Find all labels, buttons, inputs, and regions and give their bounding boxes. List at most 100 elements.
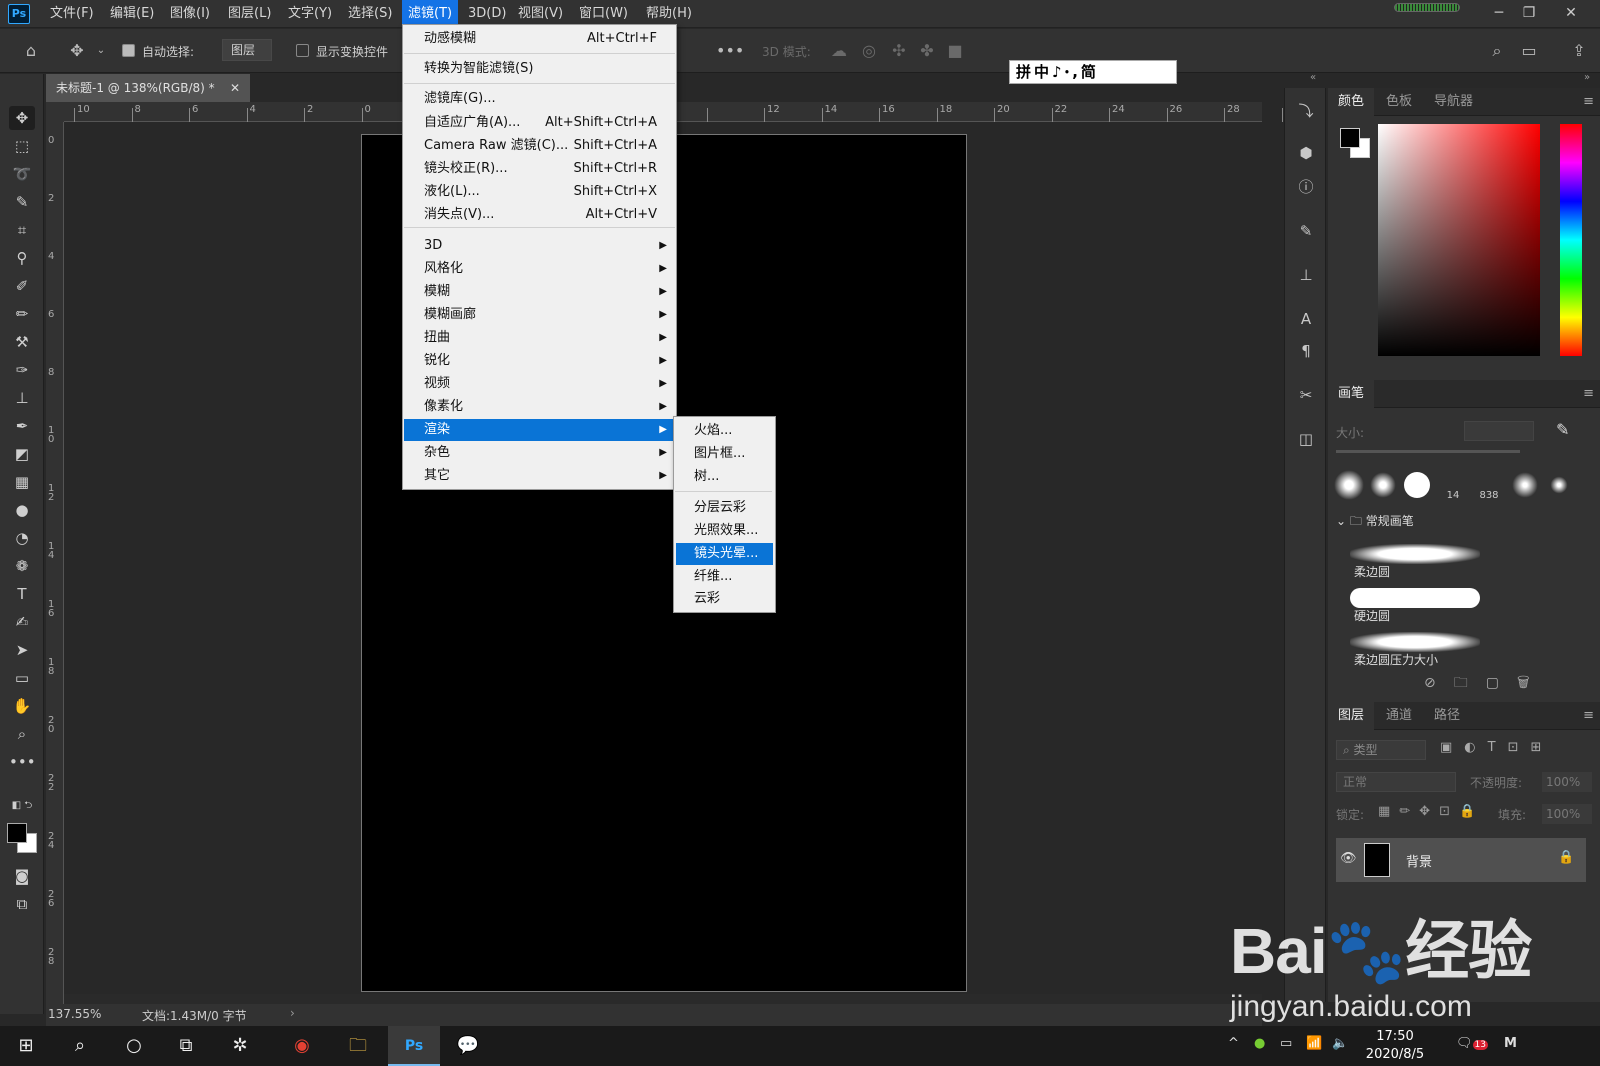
stamp-tool-icon[interactable]: ⊥ (9, 386, 35, 410)
photoshop-taskbar-icon[interactable]: Ps (388, 1026, 440, 1066)
3d-orbit-icon[interactable]: ☁ (828, 40, 850, 62)
eraser-tool-icon[interactable]: ◩ (9, 442, 35, 466)
brush-preset-soft-small[interactable] (1368, 470, 1398, 500)
rectangle-tool-icon[interactable]: ▭ (9, 666, 35, 690)
healing-brush-tool-icon[interactable]: ✐ (9, 274, 35, 298)
lock-icons[interactable]: ▦✏✥⊡🔒 (1378, 804, 1484, 819)
wifi-icon[interactable]: 📶 (1306, 1036, 1322, 1051)
share-icon[interactable]: ⇪ (1568, 40, 1590, 62)
panel-menu-icon[interactable]: ≡ (1583, 386, 1594, 401)
filter-menu-item[interactable]: 转换为智能滤镜(S) (404, 58, 675, 80)
zoom-level[interactable]: 137.55% (48, 1007, 101, 1021)
dodge-tool-icon[interactable]: ◔ (9, 526, 35, 550)
blur-tool-icon[interactable]: ● (9, 498, 35, 522)
quick-mask-icon[interactable]: ◙ (9, 864, 35, 888)
3d-roll-icon[interactable]: ◎ (858, 40, 880, 62)
app-icon[interactable]: ✲ (214, 1026, 266, 1066)
tab-paths[interactable]: 路径 (1424, 702, 1470, 730)
brush-settings-icon[interactable]: ✎ (1293, 218, 1319, 244)
render-submenu-item[interactable]: 分层云彩 (676, 497, 773, 519)
menu-select[interactable]: 选择(S) (342, 0, 398, 28)
render-submenu-item[interactable]: 纤维... (676, 566, 773, 588)
brush-size-slider[interactable] (1336, 450, 1520, 453)
3d-panel-icon[interactable]: ⬢ (1293, 140, 1319, 166)
render-submenu-item[interactable]: 图片框... (676, 443, 773, 465)
filter-menu-item[interactable]: 锐化 ▶ (404, 350, 675, 372)
pen-tool-icon[interactable]: ✍ (9, 610, 35, 634)
swap-colors-icon[interactable]: ◧ ⮌ (4, 794, 40, 818)
zoom-tool-icon[interactable]: ⌕ (9, 722, 35, 746)
auto-select-dropdown[interactable]: 图层 (222, 39, 273, 61)
filter-menu-item[interactable]: 液化(L)... Shift+Ctrl+X (404, 181, 675, 203)
chevron-right-icon[interactable]: › (290, 1006, 295, 1020)
render-submenu-item[interactable]: 树... (676, 466, 773, 488)
mixer-brush-tool-icon[interactable]: ✒ (9, 414, 35, 438)
ime-toolbar[interactable]: 拼中♪ꞏ,简 (1009, 60, 1177, 84)
document-tab[interactable]: 未标题-1 @ 138%(RGB/8) * (46, 74, 250, 102)
tray-chevron-icon[interactable]: ^ (1228, 1036, 1239, 1051)
info-icon[interactable]: ⓘ (1293, 174, 1319, 200)
menu-file[interactable]: 文件(F) (44, 0, 100, 28)
close-icon[interactable]: ✕ (1556, 2, 1586, 24)
filter-menu-item[interactable]: 视频 ▶ (404, 373, 675, 395)
render-submenu-item[interactable]: 火焰... (676, 420, 773, 442)
brush-size-input[interactable] (1464, 421, 1534, 441)
brush-panel-actions[interactable]: ⊘🗀▢🗑 (1424, 672, 1548, 696)
cortana-icon[interactable]: ○ (108, 1026, 160, 1066)
tab-navigator[interactable]: 导航器 (1424, 88, 1483, 116)
filter-menu-item[interactable]: 滤镜库(G)... (404, 88, 675, 110)
brush-preset-hard[interactable] (1404, 472, 1430, 498)
clone-stamp-tool-icon[interactable]: ⚒ (9, 330, 35, 354)
search-icon[interactable]: ⌕ (54, 1026, 106, 1066)
input-method-icon[interactable]: M (1504, 1036, 1517, 1051)
brush-preset-size[interactable]: 838 (1474, 490, 1504, 501)
battery-icon[interactable]: ▭ (1280, 1036, 1292, 1051)
lasso-tool-icon[interactable]: ➰ (9, 162, 35, 186)
3d-camera-icon[interactable]: ■ (944, 40, 966, 62)
marquee-tool-icon[interactable]: ⬚ (9, 134, 35, 158)
filter-menu-item[interactable]: 镜头校正(R)... Shift+Ctrl+R (404, 158, 675, 180)
notification-icon[interactable]: 🗨 13 (1456, 1036, 1488, 1051)
collapse-icon[interactable]: « (1310, 72, 1316, 83)
wechat-icon[interactable]: 💬 (442, 1026, 494, 1066)
more-tools-icon[interactable]: ••• (9, 750, 36, 774)
move-tool-icon[interactable]: ✥ (9, 106, 35, 130)
character-icon[interactable]: A (1293, 306, 1319, 332)
filter-menu-item[interactable]: 自适应广角(A)... Alt+Shift+Ctrl+A (404, 112, 675, 134)
layer-filter-icons[interactable]: ▣◐T⊡⊞ (1440, 740, 1553, 755)
show-transform-checkbox[interactable] (296, 44, 309, 57)
vertical-ruler[interactable]: 0 2 4 6 8 10 12 14 16 18 20 22 24 26 28 (46, 122, 64, 1012)
sponge-tool-icon[interactable]: ❁ (9, 554, 35, 578)
color-picker-field[interactable] (1378, 124, 1540, 356)
tray-app-icon[interactable]: ● (1254, 1036, 1265, 1051)
brush-group-folder[interactable]: ⌄ 🗀 常规画笔 (1336, 512, 1414, 533)
menu-type[interactable]: 文字(Y) (282, 0, 338, 28)
eyedropper-tool-icon[interactable]: ⚲ (9, 246, 35, 270)
filter-menu-item[interactable]: 风格化 ▶ (404, 258, 675, 280)
brush-preset[interactable] (1510, 470, 1540, 500)
brush-name[interactable]: 硬边圆 (1354, 607, 1390, 624)
3d-slide-icon[interactable]: ✤ (916, 40, 938, 62)
blend-mode-dropdown[interactable]: 正常 (1336, 772, 1456, 792)
filter-menu-item[interactable]: 模糊画廊 ▶ (404, 304, 675, 326)
tool-presets-icon[interactable]: ✂ (1293, 382, 1319, 408)
foreground-color-swatch[interactable] (1340, 128, 1360, 148)
render-submenu-item[interactable]: 光照效果... (676, 520, 773, 542)
filter-menu-item[interactable]: 扭曲 ▶ (404, 327, 675, 349)
history-brush-tool-icon[interactable]: ✑ (9, 358, 35, 382)
tab-brushes[interactable]: 画笔 (1328, 380, 1375, 408)
minimize-icon[interactable]: ─ (1484, 2, 1514, 24)
opacity-input[interactable]: 100% (1542, 772, 1592, 792)
render-submenu-item[interactable]: 云彩 (676, 588, 773, 610)
windows-start-icon[interactable]: ⊞ (0, 1026, 52, 1066)
restore-icon[interactable]: ❐ (1514, 2, 1544, 24)
chrome-icon[interactable]: ◉ (276, 1026, 328, 1066)
brush-name[interactable]: 柔边圆压力大小 (1354, 651, 1438, 668)
hue-slider[interactable] (1560, 124, 1582, 356)
paragraph-icon[interactable]: ¶ (1293, 338, 1319, 364)
tab-layers[interactable]: 图层 (1328, 702, 1375, 730)
filter-menu-item[interactable]: 消失点(V)... Alt+Ctrl+V (404, 204, 675, 226)
tab-swatches[interactable]: 色板 (1376, 88, 1422, 116)
3d-pan-icon[interactable]: ✣ (888, 40, 910, 62)
filter-menu-item[interactable]: 杂色 ▶ (404, 442, 675, 464)
